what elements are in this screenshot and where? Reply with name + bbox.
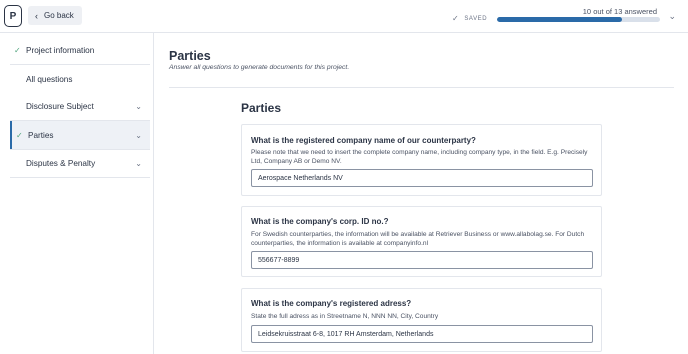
- question-card: What is the company's registered adress?…: [241, 288, 602, 352]
- company-name-field[interactable]: Aerospace Netherlands NV: [251, 169, 593, 187]
- chevron-down-icon: ⌄: [135, 130, 142, 140]
- section-title: Parties: [241, 101, 282, 115]
- page-title: Parties: [169, 49, 211, 63]
- saved-status: ✓ SAVED: [452, 14, 487, 23]
- check-icon: ✓: [452, 14, 460, 23]
- chevron-down-icon: ⌄: [135, 101, 142, 111]
- question-help-text: State the full adress as in Streetname N…: [251, 313, 439, 320]
- sidebar-item-all-questions[interactable]: All questions: [10, 65, 150, 93]
- question-label: What is the registered company name of o…: [251, 136, 476, 145]
- check-icon: ✓: [16, 130, 23, 140]
- chevron-down-icon[interactable]: ⌄: [668, 11, 676, 22]
- top-bar: P ‹ Go back ✓ SAVED 10 out of 13 answere…: [0, 0, 688, 33]
- sidebar-item-label: Disclosure Subject: [26, 101, 94, 111]
- progress-bar: [497, 17, 660, 22]
- sidebar: ✓ Project information All questions Disc…: [0, 33, 154, 354]
- check-icon: ✓: [14, 45, 21, 55]
- go-back-button[interactable]: ‹ Go back: [28, 6, 82, 25]
- progress-text: 10 out of 13 answered: [582, 7, 657, 16]
- question-label: What is the company's corp. ID no.?: [251, 217, 389, 226]
- sidebar-item-disclosure-subject[interactable]: Disclosure Subject ⌄: [10, 92, 150, 120]
- corp-id-field[interactable]: 556677-8899: [251, 251, 593, 269]
- saved-label: SAVED: [464, 15, 488, 22]
- go-back-label: Go back: [44, 11, 74, 20]
- sidebar-item-label: Parties: [28, 130, 54, 140]
- sidebar-item-label: All questions: [26, 74, 73, 84]
- chevron-down-icon: ⌄: [135, 158, 142, 168]
- sidebar-item-label: Project information: [26, 45, 95, 55]
- chevron-left-icon: ‹: [35, 10, 38, 21]
- question-card: What is the company's corp. ID no.? For …: [241, 206, 602, 277]
- sidebar-item-label: Disputes & Penalty: [26, 158, 96, 168]
- sidebar-item-disputes-penalty[interactable]: Disputes & Penalty ⌄: [10, 149, 150, 177]
- question-label: What is the company's registered adress?: [251, 299, 412, 308]
- divider: [169, 87, 674, 88]
- p-logo-icon[interactable]: P: [4, 5, 22, 27]
- question-help-text: Please note that we need to insert the c…: [251, 149, 588, 165]
- sidebar-item-project-information[interactable]: ✓ Project information: [10, 36, 150, 64]
- address-field[interactable]: Leidsekruisstraat 6-8, 1017 RH Amsterdam…: [251, 325, 593, 343]
- progress-bar-fill: [497, 17, 623, 22]
- sidebar-item-parties[interactable]: ✓ Parties ⌄: [10, 121, 150, 149]
- question-help-text: For Swedish counterparties, the informat…: [251, 231, 585, 247]
- question-card: What is the registered company name of o…: [241, 124, 602, 196]
- page-subtitle: Answer all questions to generate documen…: [169, 64, 350, 71]
- divider: [10, 177, 150, 178]
